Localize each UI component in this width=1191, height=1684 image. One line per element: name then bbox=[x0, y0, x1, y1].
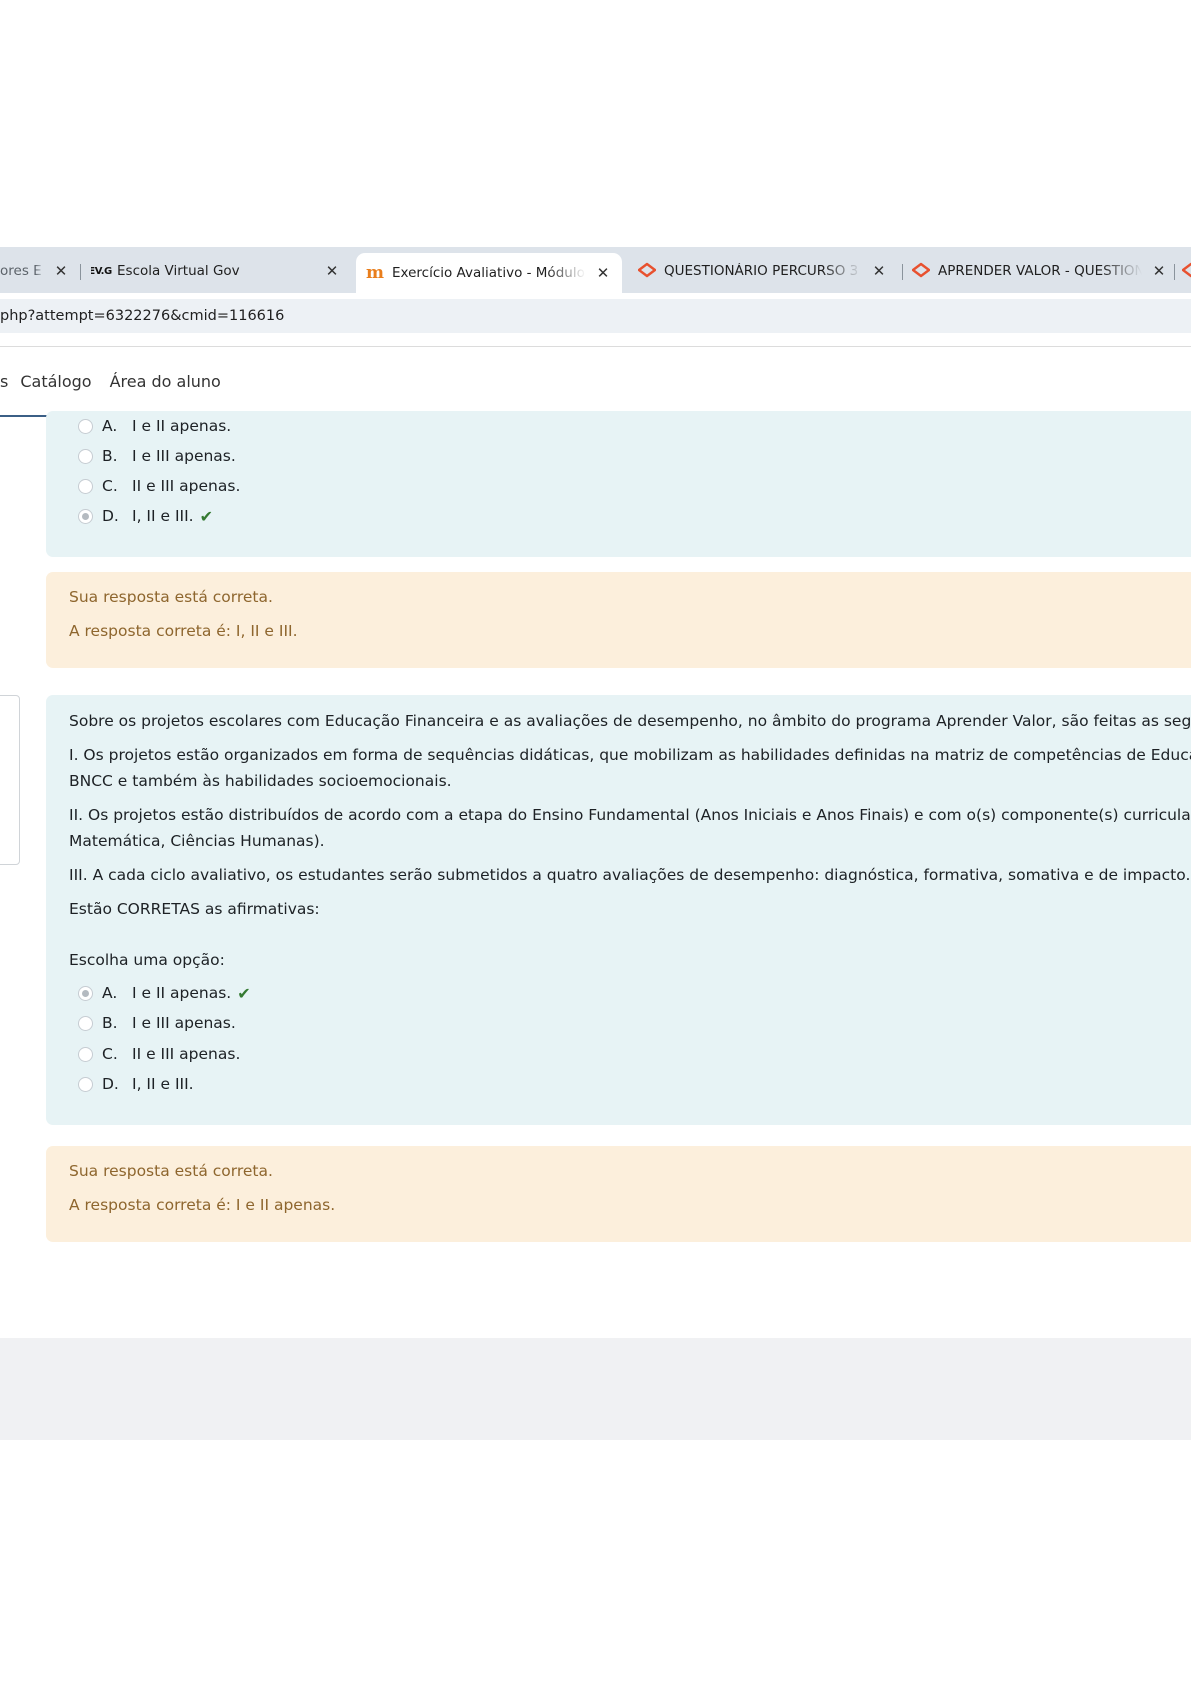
question-2-feedback: Sua resposta está correta. A resposta co… bbox=[46, 1146, 1191, 1242]
radio-button[interactable] bbox=[78, 1015, 93, 1031]
browser-tab-3-active[interactable]: m Exercício Avaliativo - Módulo 1: ✕ bbox=[356, 253, 622, 293]
answer-letter: D. bbox=[102, 1075, 119, 1093]
question-1-answer-b[interactable]: B. I e III apenas. bbox=[78, 445, 236, 467]
radio-button[interactable] bbox=[78, 448, 93, 464]
checkmark-icon: ✔ bbox=[237, 983, 251, 1003]
question-2-answer-a[interactable]: A. I e II apenas. ✔ bbox=[78, 982, 251, 1004]
feedback-status: Sua resposta está correta. bbox=[69, 588, 273, 606]
answer-letter: A. bbox=[102, 417, 118, 435]
address-url: php?attempt=6322276&cmid=116616 bbox=[0, 308, 285, 324]
radio-button-checked[interactable] bbox=[78, 985, 93, 1001]
question-2-choose-label: Escolha uma opção: bbox=[69, 951, 225, 969]
close-icon[interactable]: ✕ bbox=[870, 262, 888, 280]
question-2-answer-d[interactable]: D. I, II e III. bbox=[78, 1073, 194, 1095]
radio-button-checked[interactable] bbox=[78, 508, 93, 524]
question-1-feedback: Sua resposta está correta. A resposta co… bbox=[46, 572, 1191, 668]
moodle-icon: m bbox=[366, 263, 384, 283]
answer-text: I e III apenas. bbox=[132, 1014, 236, 1032]
question-2-item-3: III. A cada ciclo avaliativo, os estudan… bbox=[69, 866, 1191, 884]
browser-tab-2[interactable]: EV.G Escola Virtual Gov ✕ bbox=[91, 255, 341, 287]
browser-tab-1[interactable]: ores E ✕ bbox=[0, 255, 70, 287]
radio-button[interactable] bbox=[78, 1046, 93, 1062]
answer-text: I e III apenas. bbox=[132, 447, 236, 465]
mortarboard-icon bbox=[638, 262, 656, 280]
nav-item-student-area[interactable]: Área do aluno bbox=[110, 372, 221, 391]
tab-separator bbox=[80, 264, 81, 280]
tab-title: APRENDER VALOR - QUESTION bbox=[938, 263, 1142, 279]
browser-tab-6-partial[interactable] bbox=[1182, 255, 1191, 287]
tab-separator bbox=[902, 264, 903, 280]
close-icon[interactable]: ✕ bbox=[52, 262, 70, 280]
tab-title: Escola Virtual Gov bbox=[117, 263, 240, 279]
question-2-item-1: I. Os projetos estão organizados em form… bbox=[69, 746, 1191, 764]
feedback-right-answer: A resposta correta é: I, II e III. bbox=[69, 622, 298, 640]
answer-letter: C. bbox=[102, 477, 118, 495]
question-2-item-1-cont: BNCC e também às habilidades socioemocio… bbox=[69, 772, 452, 790]
answer-letter: D. bbox=[102, 507, 119, 525]
address-bar[interactable]: php?attempt=6322276&cmid=116616 bbox=[0, 299, 1191, 333]
radio-button[interactable] bbox=[78, 478, 93, 494]
close-icon[interactable]: ✕ bbox=[1150, 262, 1168, 280]
answer-letter: A. bbox=[102, 984, 118, 1002]
answer-text: I e II apenas. bbox=[132, 984, 232, 1002]
browser-toolbar: php?attempt=6322276&cmid=116616 bbox=[0, 293, 1191, 347]
answer-text: II e III apenas. bbox=[132, 1045, 241, 1063]
browser-tab-4[interactable]: QUESTIONÁRIO PERCURSO 3 (/ ✕ bbox=[638, 255, 888, 287]
feedback-right-answer: A resposta correta é: I e II apenas. bbox=[69, 1196, 336, 1214]
tab-title: ores E bbox=[0, 263, 42, 279]
nav-item-catalog[interactable]: Catálogo bbox=[20, 372, 91, 391]
tab-title: Exercício Avaliativo - Módulo 1: bbox=[392, 265, 586, 281]
page-footer bbox=[0, 1338, 1191, 1440]
escola-virtual-gov-icon: EV.G bbox=[91, 265, 112, 277]
question-2-prompt: Estão CORRETAS as afirmativas: bbox=[69, 900, 320, 918]
feedback-status: Sua resposta está correta. bbox=[69, 1162, 273, 1180]
browser-tab-5[interactable]: APRENDER VALOR - QUESTION ✕ bbox=[912, 255, 1168, 287]
site-navigation: s Catálogo Área do aluno bbox=[0, 347, 1191, 417]
nav-item-cut[interactable]: s bbox=[0, 372, 8, 391]
question-2-answer-c[interactable]: C. II e III apenas. bbox=[78, 1043, 240, 1065]
question-2-answer-b[interactable]: B. I e III apenas. bbox=[78, 1012, 236, 1034]
question-1-answer-a[interactable]: A. I e II apenas. bbox=[78, 415, 231, 437]
close-icon[interactable]: ✕ bbox=[594, 264, 612, 282]
question-2-box: Sobre os projetos escolares com Educação… bbox=[46, 695, 1191, 1125]
answer-letter: B. bbox=[102, 447, 118, 465]
question-1-box: A. I e II apenas. B. I e III apenas. C. … bbox=[46, 411, 1191, 557]
tab-separator bbox=[1174, 264, 1175, 280]
mortarboard-icon bbox=[912, 262, 930, 280]
answer-letter: B. bbox=[102, 1014, 118, 1032]
question-2-statement: Sobre os projetos escolares com Educação… bbox=[69, 712, 1191, 730]
radio-button[interactable] bbox=[78, 1076, 93, 1092]
answer-text: I, II e III. bbox=[132, 507, 194, 525]
question-info-panel bbox=[0, 695, 20, 865]
answer-text: II e III apenas. bbox=[132, 477, 241, 495]
mortarboard-icon bbox=[1182, 262, 1191, 280]
checkmark-icon: ✔ bbox=[199, 506, 214, 526]
answer-letter: C. bbox=[102, 1045, 118, 1063]
question-1-answer-c[interactable]: C. II e III apenas. bbox=[78, 475, 240, 497]
answer-text: I, II e III. bbox=[132, 1075, 194, 1093]
question-2-item-2-cont: Matemática, Ciências Humanas). bbox=[69, 832, 325, 850]
question-1-answer-d[interactable]: D. I, II e III. ✔ bbox=[78, 505, 213, 527]
answer-text: I e II apenas. bbox=[132, 417, 232, 435]
browser-window: ores E ✕ EV.G Escola Virtual Gov ✕ m Exe… bbox=[0, 247, 1191, 1440]
radio-button[interactable] bbox=[78, 418, 93, 434]
close-icon[interactable]: ✕ bbox=[323, 262, 341, 280]
question-2-item-2: II. Os projetos estão distribuídos de ac… bbox=[69, 806, 1191, 824]
browser-tab-strip: ores E ✕ EV.G Escola Virtual Gov ✕ m Exe… bbox=[0, 247, 1191, 293]
tab-title: QUESTIONÁRIO PERCURSO 3 (/ bbox=[664, 263, 862, 279]
